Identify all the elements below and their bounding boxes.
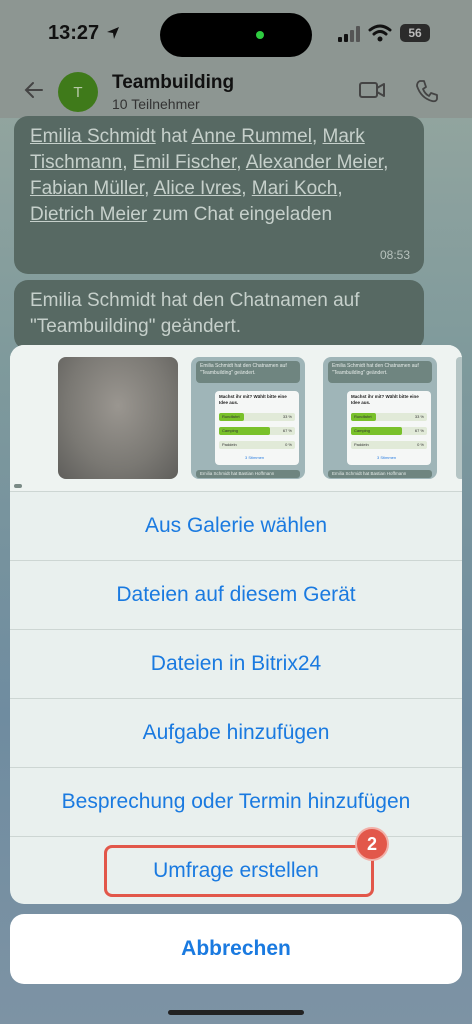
poll-option-label: Paddeln — [354, 442, 369, 447]
avatar-letter: T — [73, 83, 83, 101]
thumb-poll-option: Paddeln 0 % — [351, 441, 427, 449]
participant-count: 10 Teilnehmer — [112, 96, 200, 112]
message-fragment: , — [236, 152, 246, 173]
phone-call-icon[interactable] — [414, 78, 440, 104]
poll-option-label: Rundfahrt — [354, 414, 372, 419]
choose-from-gallery-button[interactable]: Aus Galerie wählen — [10, 491, 462, 560]
user-link[interactable]: Emil Fischer — [133, 152, 236, 173]
thumb-poll-option: Camping 67 % — [351, 427, 427, 435]
home-indicator — [168, 1010, 304, 1015]
thumb-footer-message: Emilia Schmidt hat Bastian Hoffmann — [196, 470, 300, 478]
message-time: 08:53 — [379, 248, 410, 262]
message-fragment: , — [383, 152, 389, 173]
thumb-poll-card: Machst ihr mit? Wählt bitte eine Idee au… — [347, 391, 431, 465]
partial-thumbnail[interactable] — [456, 357, 462, 479]
thumb-poll-option: Rundfahrt 33 % — [351, 413, 427, 421]
user-link[interactable]: Alice Ivres — [154, 178, 242, 199]
recent-photos-strip[interactable]: Emilia Schmidt hat den Chatnamen auf "Te… — [10, 345, 462, 491]
status-bar: 13:27 56 — [0, 0, 472, 66]
device-files-button[interactable]: Dateien auf diesem Gerät — [10, 560, 462, 629]
poll-option-percent: 67 % — [282, 428, 292, 433]
screenshot-thumbnail[interactable]: Emilia Schmidt hat den Chatnamen auf "Te… — [191, 357, 305, 479]
thumb-message: Emilia Schmidt hat den Chatnamen auf "Te… — [196, 361, 300, 383]
message-fragment: hat — [155, 126, 192, 147]
cancel-button[interactable]: Abbrechen — [10, 914, 462, 984]
cellular-signal-icon — [338, 26, 360, 42]
back-arrow-icon[interactable] — [22, 78, 46, 102]
thumb-poll-votes: 3 Stimmen — [245, 455, 265, 460]
message-text: Emilia Schmidt hat den Chatnamen auf "Te… — [30, 290, 360, 337]
thumb-poll-option: Paddeln 0 % — [219, 441, 295, 449]
attachment-action-sheet: Emilia Schmidt hat den Chatnamen auf "Te… — [10, 345, 462, 904]
message-fragment: zum Chat eingeladen — [147, 204, 333, 225]
gallery-scroll-indicator — [14, 484, 22, 488]
system-message-invite: Emilia Schmidt hat Anne Rummel, Mark Tis… — [14, 116, 424, 274]
thumb-poll-question: Machst ihr mit? Wählt bitte eine Idee au… — [219, 394, 287, 405]
add-meeting-button[interactable]: Besprechung oder Termin hinzufügen — [10, 767, 462, 836]
wifi-icon — [368, 24, 392, 42]
poll-option-label: Rundfahrt — [222, 414, 240, 419]
status-time: 13:27 — [48, 22, 100, 44]
bitrix24-files-button[interactable]: Dateien in Bitrix24 — [10, 629, 462, 698]
system-message-rename: Emilia Schmidt hat den Chatnamen auf "Te… — [14, 280, 424, 350]
chat-title[interactable]: Teambuilding — [112, 72, 234, 94]
poll-option-label: Camping — [354, 428, 371, 433]
photo-thumbnail[interactable] — [58, 357, 178, 479]
user-link[interactable]: Mari Koch — [252, 178, 338, 199]
step-number: 2 — [366, 833, 377, 854]
thumb-poll-option: Camping 67 % — [219, 427, 295, 435]
step-badge: 2 — [355, 827, 389, 861]
message-fragment: , — [241, 178, 252, 199]
user-link[interactable]: Alexander Meier — [246, 152, 383, 173]
message-fragment: , — [337, 178, 343, 199]
message-fragment: , — [144, 178, 154, 199]
poll-option-percent: 33 % — [414, 414, 424, 419]
chat-avatar[interactable]: T — [58, 72, 98, 112]
thumb-poll-option: Rundfahrt 33 % — [219, 413, 295, 421]
message-fragment: , — [122, 152, 133, 173]
poll-option-percent: 67 % — [414, 428, 424, 433]
poll-option-label: Paddeln — [222, 442, 237, 447]
user-link[interactable]: Anne Rummel — [192, 126, 312, 147]
location-arrow-icon — [107, 27, 119, 39]
thumb-footer-message: Emilia Schmidt hat Bastian Hoffmann — [328, 470, 432, 478]
message-text: Emilia Schmidt hat Anne Rummel, Mark Tis… — [30, 126, 388, 225]
dynamic-island — [160, 13, 312, 57]
poll-option-label: Camping — [222, 428, 239, 433]
chat-header: T Teambuilding 10 Teilnehmer — [0, 66, 472, 118]
battery-level: 56 — [408, 26, 422, 40]
user-link[interactable]: Fabian Müller — [30, 178, 144, 199]
camera-indicator-icon — [256, 31, 264, 39]
poll-option-percent: 0 % — [285, 442, 292, 447]
highlight-frame — [104, 845, 374, 897]
video-call-icon[interactable] — [358, 78, 386, 102]
poll-option-percent: 33 % — [282, 414, 292, 419]
thumb-message: Emilia Schmidt hat den Chatnamen auf "Te… — [328, 361, 432, 383]
user-link[interactable]: Dietrich Meier — [30, 204, 147, 225]
thumb-poll-votes: 3 Stimmen — [377, 455, 397, 460]
battery-icon: 56 — [400, 24, 430, 42]
thumb-poll-card: Machst ihr mit? Wählt bitte eine Idee au… — [215, 391, 299, 465]
screenshot-thumbnail[interactable]: Emilia Schmidt hat den Chatnamen auf "Te… — [323, 357, 437, 479]
add-task-button[interactable]: Aufgabe hinzufügen — [10, 698, 462, 767]
poll-option-percent: 0 % — [417, 442, 424, 447]
user-link[interactable]: Emilia Schmidt — [30, 126, 156, 147]
thumb-poll-question: Machst ihr mit? Wählt bitte eine Idee au… — [351, 394, 419, 405]
message-fragment: , — [311, 126, 323, 147]
